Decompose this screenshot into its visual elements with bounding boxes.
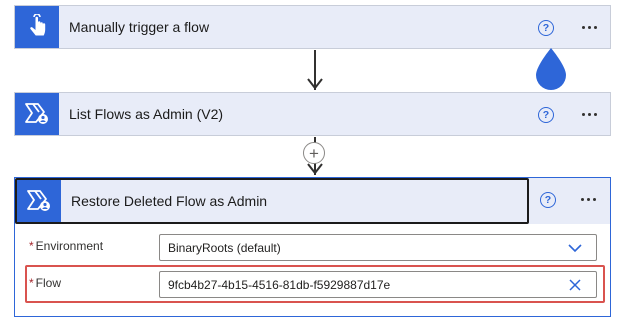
clear-icon[interactable] (568, 278, 582, 292)
trigger-step-card[interactable]: Manually trigger a flow ? (14, 5, 611, 49)
more-options-icon[interactable] (582, 113, 597, 116)
more-options-icon[interactable] (582, 26, 597, 29)
more-options-icon[interactable] (581, 198, 596, 201)
help-icon[interactable]: ? (540, 192, 556, 208)
flow-input[interactable]: 9fcb4b27-4b15-4516-81db-f5929887d17e (159, 271, 597, 298)
environment-dropdown[interactable]: BinaryRoots (default) (159, 234, 597, 261)
flow-label: * Flow (29, 276, 61, 290)
required-mark: * (29, 276, 34, 290)
chevron-down-icon[interactable] (568, 241, 582, 255)
list-flows-step-card[interactable]: List Flows as Admin (V2) ? (14, 92, 611, 136)
step-title: Manually trigger a flow (69, 19, 210, 35)
connector-arrow (307, 50, 323, 92)
field-label-text: Environment (35, 239, 104, 253)
power-automate-admin-icon (15, 93, 59, 135)
flow-id-value: 9fcb4b27-4b15-4516-81db-f5929887d17e (168, 277, 391, 292)
help-icon[interactable]: ? (538, 20, 554, 36)
field-label-text: Flow (35, 276, 62, 290)
add-step-button[interactable]: + (303, 142, 325, 164)
power-automate-admin-icon (17, 180, 61, 222)
step-title: List Flows as Admin (V2) (69, 106, 224, 122)
drop-indicator-icon (534, 48, 568, 90)
help-icon[interactable]: ? (538, 107, 554, 123)
restore-flow-step-card[interactable]: Restore Deleted Flow as Admin ? * Environ… (14, 177, 611, 317)
environment-value: BinaryRoots (default) (168, 240, 281, 255)
step-title: Restore Deleted Flow as Admin (71, 193, 268, 209)
required-mark: * (29, 239, 34, 253)
step-title-box[interactable]: Restore Deleted Flow as Admin (15, 178, 529, 224)
step-header[interactable]: Restore Deleted Flow as Admin ? (15, 178, 610, 224)
environment-label: * Environment (29, 239, 103, 253)
hand-touch-icon (15, 6, 59, 48)
